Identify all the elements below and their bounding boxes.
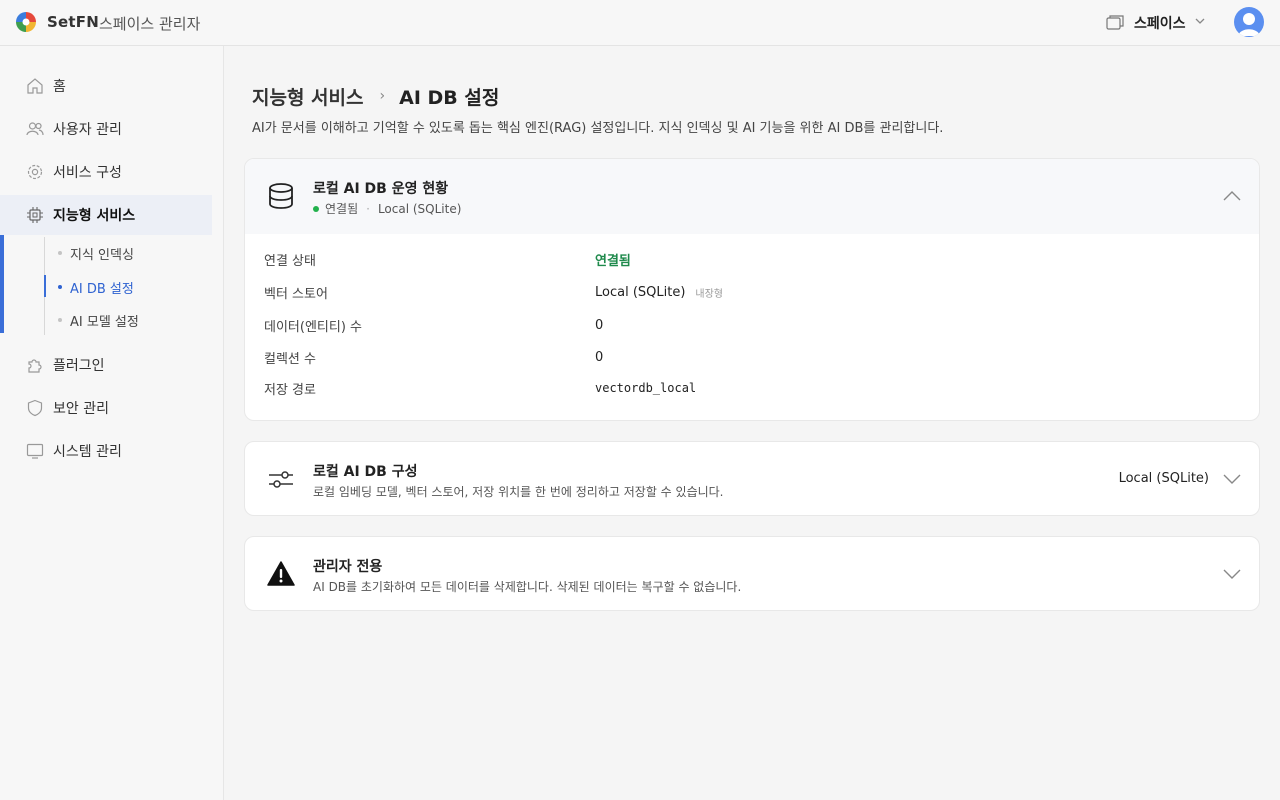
app-title: 스페이스 관리자 [99,15,201,33]
status-key: 벡터 스토어 [264,286,328,302]
config-card-title: 로컬 AI DB 구성 [313,464,418,480]
sidebar-item-users[interactable]: 사용자 관리 [0,109,224,149]
sliders-icon [269,471,293,488]
status-row: 저장 경로 vectordb_local [264,377,696,399]
chevron-up-icon[interactable] [1223,190,1241,202]
sidebar-item-label: 사용자 관리 [53,122,122,138]
breadcrumb-separator: › [379,88,386,104]
breadcrumb: 지능형 서비스 › AI DB 설정 [252,83,499,109]
monitor-icon [26,443,44,459]
sub-menu-active-mark [44,275,46,297]
bullet-icon [58,285,62,289]
sidebar-item-label: 보안 관리 [53,401,109,417]
subitem-label: AI 모델 설정 [70,314,139,330]
status-key: 연결 상태 [264,253,316,269]
sidebar-item-label: 홈 [53,79,66,95]
brand-name[interactable]: SetFN [47,13,99,31]
sidebar-item-home[interactable]: 홈 [0,66,224,106]
status-value: vectordb_local [595,381,697,395]
warning-icon [267,561,295,586]
separator: · [366,201,370,216]
builtin-badge: 내장형 [695,288,724,300]
sidebar-item-plugins[interactable]: 플러그인 [0,345,224,385]
status-card-subtitle: 연결됨 · Local (SQLite) [313,200,461,217]
chevron-down-icon[interactable] [1223,473,1241,485]
page-title: AI DB 설정 [399,86,500,109]
status-dot [313,205,319,212]
chip-icon [27,207,43,223]
status-key: 저장 경로 [264,382,316,398]
vector-store-value: Local (SQLite) [595,284,686,300]
sidebar-subitem-ai-model-settings[interactable]: AI 모델 설정 [58,310,139,330]
admin-card[interactable]: 관리자 전용 AI DB를 초기화하여 모든 데이터를 삭제합니다. 삭제된 데… [244,536,1260,611]
sidebar-item-intelligent-service[interactable]: 지능형 서비스 [0,195,212,235]
admin-card-title: 관리자 전용 [313,559,383,575]
sidebar-item-label: 지능형 서비스 [53,208,136,224]
status-card-header[interactable]: 로컬 AI DB 운영 현황 연결됨 · Local (SQLite) [245,159,1259,234]
database-icon [269,183,293,209]
sidebar-subitem-knowledge-indexing[interactable]: 지식 인덱싱 [58,243,134,263]
admin-card-header[interactable]: 관리자 전용 AI DB를 초기화하여 모든 데이터를 삭제합니다. 삭제된 데… [245,537,1259,610]
status-key: 데이터(엔티티) 수 [264,319,362,335]
config-card-header[interactable]: 로컬 AI DB 구성 로컬 임베딩 모델, 벡터 스토어, 저장 위치를 한 … [245,442,1259,515]
sidebar-item-system[interactable]: 시스템 관리 [0,431,224,471]
status-row: 연결 상태 연결됨 [264,248,631,270]
page-description: AI가 문서를 이해하고 기억할 수 있도록 돕는 핵심 엔진(RAG) 설정입… [252,121,944,136]
status-card-title: 로컬 AI DB 운영 현황 [313,181,449,197]
sidebar-item-label: 시스템 관리 [53,444,122,460]
sidebar-item-label: 서비스 구성 [53,165,122,181]
connection-status: 연결됨 [325,202,359,216]
home-icon [27,78,43,94]
chevron-down-icon[interactable] [1223,568,1241,580]
store-type: Local (SQLite) [377,201,462,216]
user-avatar[interactable] [1234,7,1264,37]
top-bar: SetFN 스페이스 관리자 스페이스 [0,0,1280,46]
status-value: 0 [595,317,604,333]
puzzle-icon [28,359,42,373]
status-value: Local (SQLite) 내장형 [595,285,723,300]
logo-icon[interactable] [15,11,37,33]
user-icon [1238,13,1260,36]
config-card[interactable]: 로컬 AI DB 구성 로컬 임베딩 모델, 벡터 스토어, 저장 위치를 한 … [244,441,1260,516]
shield-icon [27,399,43,417]
users-icon [26,122,44,136]
sidebar-item-service-config[interactable]: 서비스 구성 [0,152,224,192]
gear-icon [27,164,43,180]
admin-card-subtitle: AI DB를 초기화하여 모든 데이터를 삭제합니다. 삭제된 데이터는 복구할… [313,580,742,594]
breadcrumb-parent[interactable]: 지능형 서비스 [252,83,364,110]
sidebar-item-security[interactable]: 보안 관리 [0,388,224,428]
status-key: 컬렉션 수 [264,351,316,367]
status-card: 로컬 AI DB 운영 현황 연결됨 · Local (SQLite) 연결 상… [244,158,1260,421]
config-card-subtitle: 로컬 임베딩 모델, 벡터 스토어, 저장 위치를 한 번에 정리하고 저장할 … [313,485,724,499]
sidebar-subitem-ai-db-settings[interactable]: AI DB 설정 [58,277,134,297]
config-current-value: Local (SQLite) [1118,471,1209,486]
status-value: 연결됨 [595,253,631,269]
space-icon[interactable] [1106,14,1124,30]
status-row: 컬렉션 수 0 [264,346,603,368]
subitem-label: AI DB 설정 [70,281,134,297]
subitem-label: 지식 인덱싱 [70,247,134,263]
chevron-down-icon[interactable] [1194,15,1206,27]
bullet-icon [58,251,62,255]
sidebar-item-label: 플러그인 [53,358,105,374]
status-row: 벡터 스토어 Local (SQLite) 내장형 [264,281,723,303]
sidebar: 홈 사용자 관리 서비스 구성 지능형 서비스 지식 인덱싱 AI DB 설정 … [0,46,224,800]
status-value: 0 [595,349,604,365]
status-row: 데이터(엔티티) 수 0 [264,314,603,336]
space-selector[interactable]: 스페이스 [1134,13,1186,33]
bullet-icon [58,318,62,322]
